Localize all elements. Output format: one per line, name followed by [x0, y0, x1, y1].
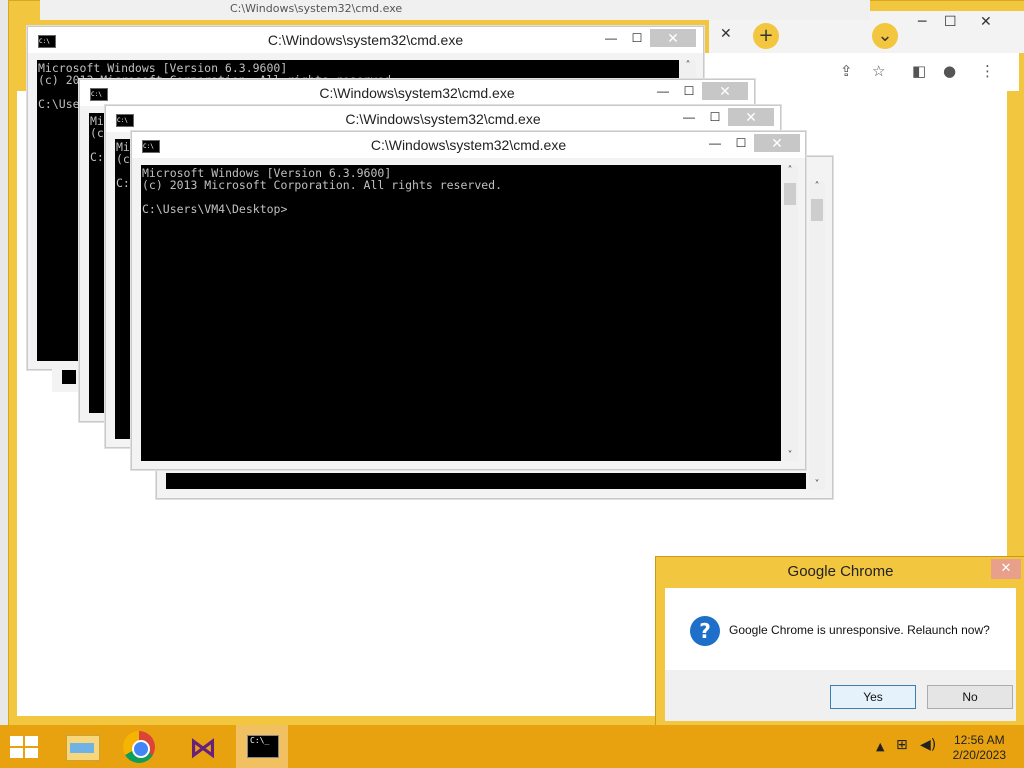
close-button[interactable]: ✕: [650, 29, 696, 47]
yes-button[interactable]: Yes: [830, 685, 916, 709]
scroll-up-icon[interactable]: ˄: [782, 165, 798, 176]
chrome-icon[interactable]: [113, 725, 165, 768]
volume-icon[interactable]: ◀): [920, 737, 936, 753]
maximize-button[interactable]: ☐: [702, 108, 728, 126]
close-button[interactable]: ✕: [702, 82, 748, 100]
chrome-maximize-button[interactable]: ☐: [944, 14, 957, 30]
profile-avatar-icon[interactable]: ●: [943, 62, 956, 80]
window-shadow: [52, 368, 82, 392]
minimize-button[interactable]: —: [650, 82, 676, 100]
chrome-minimize-button[interactable]: ─: [918, 14, 926, 30]
scroll-down-icon[interactable]: ˅: [809, 479, 825, 490]
dialog-title: Google Chrome: [787, 563, 894, 580]
scrollbar[interactable]: ˄ ˅: [809, 181, 825, 490]
clock-date: 2/20/2023: [952, 748, 1006, 762]
cmd-icon-label: C:\_: [247, 735, 279, 758]
background-window-title: C:\Windows\system32\cmd.exe: [40, 0, 870, 20]
clock[interactable]: 12:56 AM 2/20/2023: [953, 733, 1006, 763]
chrome-tab-close-icon[interactable]: ✕: [720, 26, 732, 42]
scrollbar[interactable]: ˄ ˅: [782, 165, 798, 461]
console-output[interactable]: Microsoft Windows [Version 6.3.9600] (c)…: [141, 165, 781, 461]
show-hidden-icons-icon[interactable]: ▲: [876, 740, 884, 753]
cmd-title-bar[interactable]: C:\ C:\Windows\system32\cmd.exe — ☐ ✕: [132, 132, 805, 158]
cmd-icon[interactable]: C:\_: [236, 725, 288, 768]
scroll-up-icon[interactable]: ˄: [809, 181, 825, 192]
side-panel-icon[interactable]: ◧: [912, 62, 926, 80]
network-icon[interactable]: ⊞: [896, 737, 908, 753]
start-icon[interactable]: [10, 736, 38, 758]
close-button[interactable]: ✕: [728, 108, 774, 126]
dialog-close-button[interactable]: ✕: [991, 559, 1021, 579]
dialog-message-area: ? Google Chrome is unresponsive. Relaunc…: [665, 588, 1016, 670]
chrome-close-button[interactable]: ✕: [980, 14, 992, 30]
file-explorer-icon[interactable]: [56, 725, 108, 768]
minimize-button[interactable]: —: [598, 29, 624, 47]
chrome-unresponsive-dialog[interactable]: Google Chrome ✕ ? Google Chrome is unres…: [655, 556, 1024, 730]
taskbar: ⋈ C:\_ ▲ ⊞ ◀) 12:56 AM 2/20/2023: [0, 725, 1024, 768]
no-button[interactable]: No: [927, 685, 1013, 709]
scroll-thumb[interactable]: [784, 183, 796, 205]
new-tab-button[interactable]: +: [753, 23, 779, 49]
chrome-menu-icon[interactable]: ⋮: [980, 62, 995, 80]
minimize-button[interactable]: —: [702, 134, 728, 152]
console-fragment: [62, 370, 76, 384]
bookmark-star-icon[interactable]: ☆: [872, 62, 885, 80]
question-icon: ?: [690, 616, 720, 646]
cmd-window-front[interactable]: C:\ C:\Windows\system32\cmd.exe — ☐ ✕ Mi…: [131, 131, 806, 470]
clock-time: 12:56 AM: [953, 733, 1005, 747]
maximize-button[interactable]: ☐: [728, 134, 754, 152]
close-button[interactable]: ✕: [754, 134, 800, 152]
minimize-button[interactable]: —: [676, 108, 702, 126]
tab-search-button[interactable]: ⌄: [872, 23, 898, 49]
cmd-title-bar[interactable]: C:\ C:\Windows\system32\cmd.exe — ☐ ✕: [106, 106, 780, 132]
visual-studio-icon[interactable]: ⋈: [179, 725, 231, 768]
maximize-button[interactable]: ☐: [676, 82, 702, 100]
scroll-up-icon[interactable]: ˄: [680, 60, 696, 71]
share-icon[interactable]: ⇪: [840, 62, 853, 80]
cmd-title-bar[interactable]: C:\ C:\Windows\system32\cmd.exe — ☐ ✕: [80, 80, 754, 106]
console-fragment: [166, 473, 806, 489]
scroll-thumb[interactable]: [811, 199, 823, 221]
cmd-title-bar[interactable]: C:\ C:\Windows\system32\cmd.exe — ☐ ✕: [28, 27, 703, 53]
dialog-content: ? Google Chrome is unresponsive. Relaunc…: [665, 588, 1016, 721]
scroll-down-icon[interactable]: ˅: [782, 450, 798, 461]
maximize-button[interactable]: ☐: [624, 29, 650, 47]
dialog-message: Google Chrome is unresponsive. Relaunch …: [729, 623, 990, 637]
